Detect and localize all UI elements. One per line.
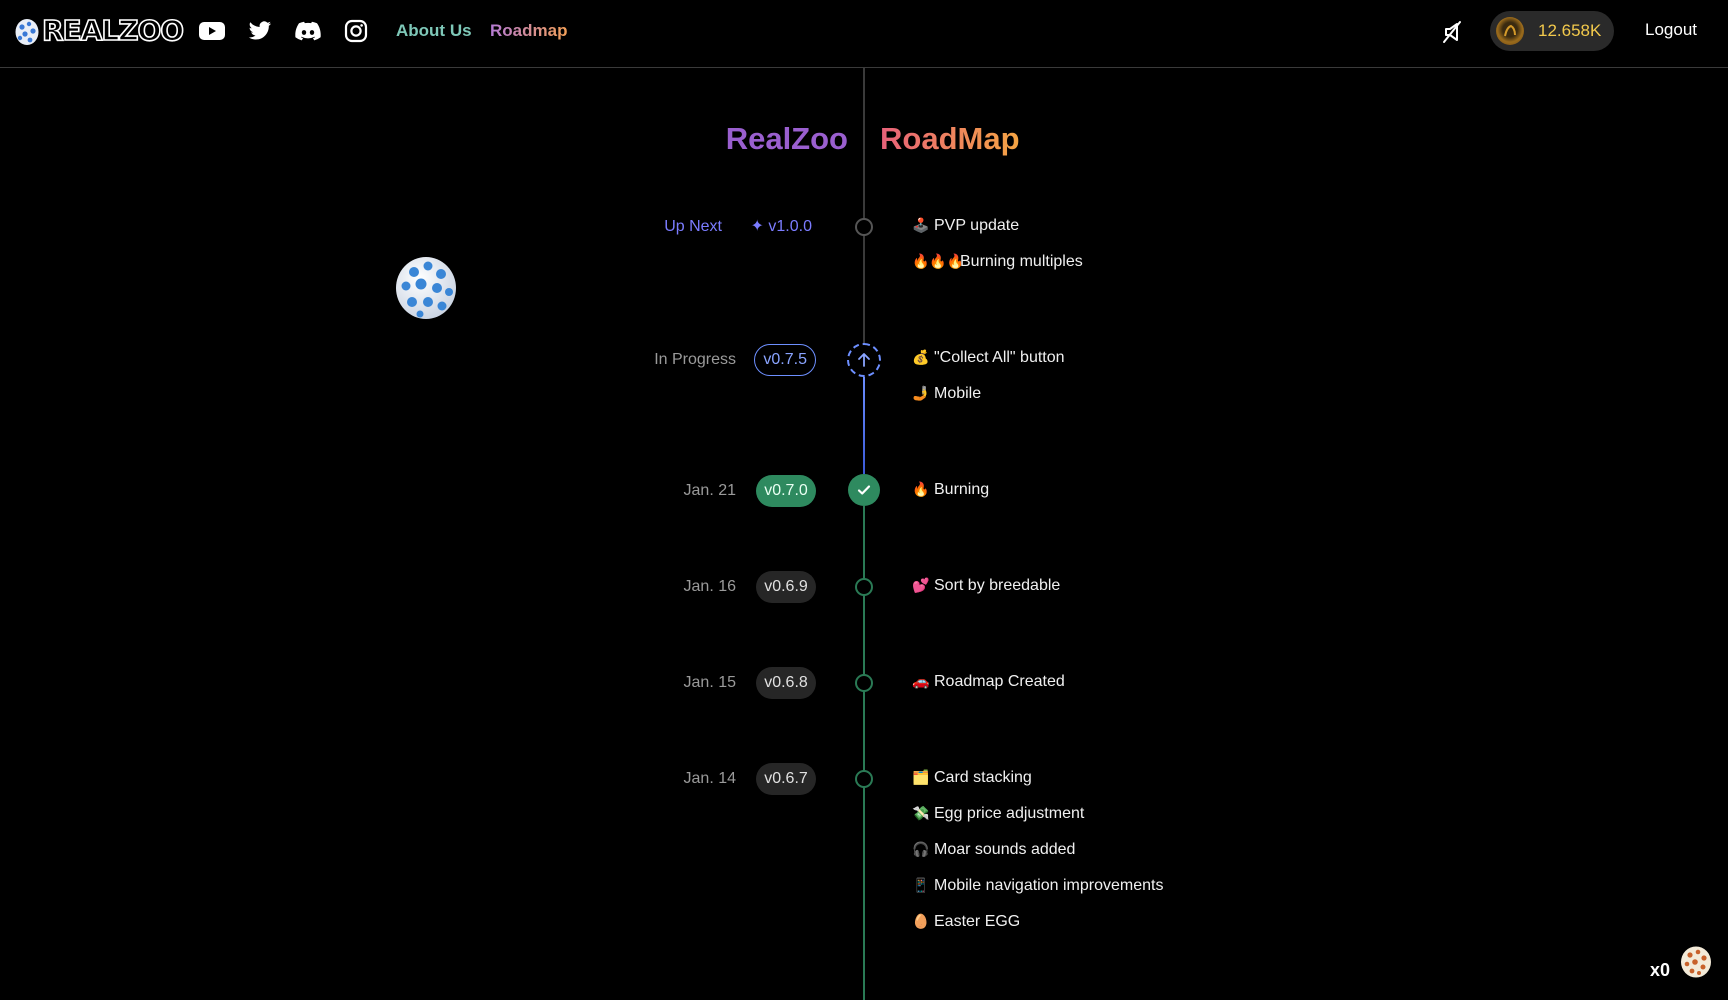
timeline-node-done [848,474,880,506]
version-badge: ✦ v1.0.0 [750,218,812,235]
roadmap-item: 🤳 Mobile [912,385,982,402]
checkmark-icon [857,485,871,495]
nav-about-us[interactable]: About Us [396,20,472,42]
youtube-icon[interactable] [198,17,226,45]
roadmap-title-right: RoadMap [880,121,1020,156]
nav-roadmap[interactable]: Roadmap [490,20,567,42]
discord-icon[interactable] [294,17,322,45]
version-badge: v0.7.0 [756,475,816,507]
roadmap-item: 🗂️ Card stacking [912,769,1032,786]
logo-text: REALZOO [41,13,185,48]
top-navbar: REALZOO About Us Roadmap 12.658K Logout [0,0,1728,68]
coin-icon [1496,17,1524,45]
release-date: Jan. 14 [683,770,736,787]
version-badge: v0.6.8 [756,667,816,699]
sparkle-icon: ✦ [750,218,769,235]
timeline-node [855,770,873,788]
egg-counter: x0 [1650,960,1671,980]
egg-basket-icon[interactable] [1680,944,1712,978]
version-badge: v0.7.5 [754,344,816,376]
release-label: Up Next [664,218,722,235]
roadmap-title-left: RealZoo [725,121,848,156]
timeline-node [855,578,873,596]
release-date: Jan. 15 [683,674,736,691]
roadmap-item: 📱 Mobile navigation improvements [912,877,1164,894]
spotted-egg-icon[interactable] [394,252,458,320]
balance-amount: 12.658K [1538,21,1602,40]
release-date: Jan. 21 [683,482,736,499]
instagram-icon[interactable] [342,17,370,45]
roadmap-item: 🔥🔥🔥Burning multiples [912,253,1083,270]
timeline-line-progress [863,374,865,474]
timeline-node-in-progress [847,343,881,377]
roadmap-item: 🎧 Moar sounds added [912,841,1076,858]
roadmap-item: 🚗 Roadmap Created [912,673,1065,690]
version-badge: v0.6.9 [756,571,816,603]
roadmap-item: 💸 Egg price adjustment [912,805,1085,822]
roadmap-item: 🔥 Burning [912,481,990,498]
balance-chip[interactable]: 12.658K [1490,11,1614,51]
realzoo-logo[interactable]: REALZOO [14,13,185,48]
timeline-line-upcoming [863,68,865,360]
timeline-node [855,674,873,692]
roadmap-item: 💕 Sort by breedable [912,577,1061,594]
roadmap-item: 💰 "Collect All" button [912,349,1065,366]
egg-logo-icon [15,19,39,45]
roadmap-item: 🥚 Easter EGG [912,913,1021,930]
roadmap-item: 🕹️ PVP update [912,217,1020,234]
version-badge: v0.6.7 [756,763,816,795]
release-date: Jan. 16 [683,578,736,595]
twitter-icon[interactable] [246,17,274,45]
logout-button[interactable]: Logout [1645,20,1697,40]
sound-toggle-icon[interactable] [1440,18,1468,46]
arrow-up-icon [858,353,870,367]
timeline-node-next [855,218,873,236]
release-label: In Progress [654,351,736,368]
